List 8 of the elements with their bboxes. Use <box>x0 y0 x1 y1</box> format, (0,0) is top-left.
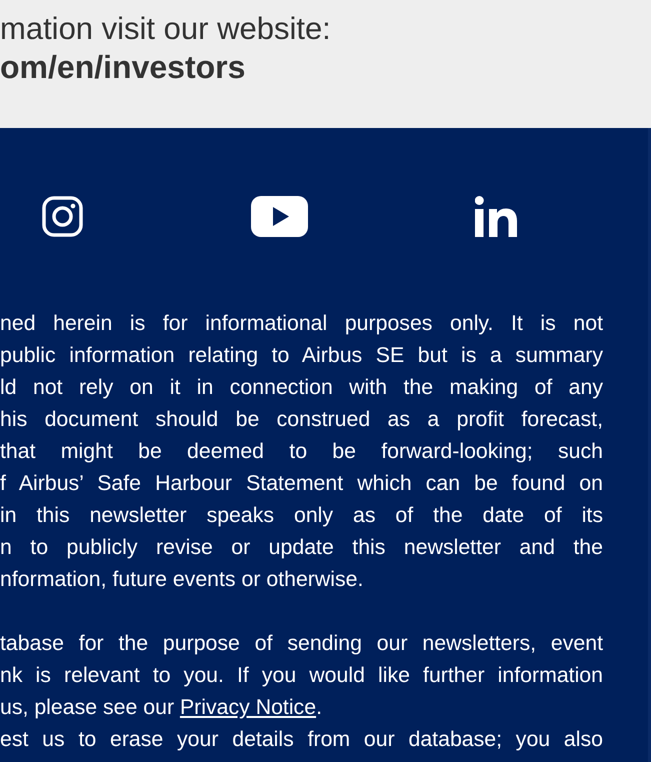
website-intro-text: mation visit our website: <box>0 10 331 48</box>
disclaimer-paragraph: tabase for the purpose of sending our newsletters, event nk is relevant to you. If you would like further information us, please see our Privacy Notice. est us to erase your details from our database; you also <box>0 630 603 753</box>
youtube-play-icon[interactable] <box>251 196 308 237</box>
instagram-icon[interactable] <box>42 196 83 237</box>
website-address[interactable]: om/en/investors <box>0 48 246 87</box>
linkedin-icon[interactable] <box>475 196 517 237</box>
privacy-notice-link[interactable]: Privacy Notice <box>180 695 316 719</box>
disclaimer-paragraph: ned herein is for informational purposes only. It is not public information relating to Airbus SE but is a summary ld not rely on it in connection with the making of any his document should be construed as a profit forecast, that might be deemed to be forward-looking; such f Airbus’ Safe Harbour Statement which can be found on in this newsletter speaks only as of the date of its n to publicly revise or update this newsletter and the nformation, future events or otherwise. <box>0 310 603 593</box>
